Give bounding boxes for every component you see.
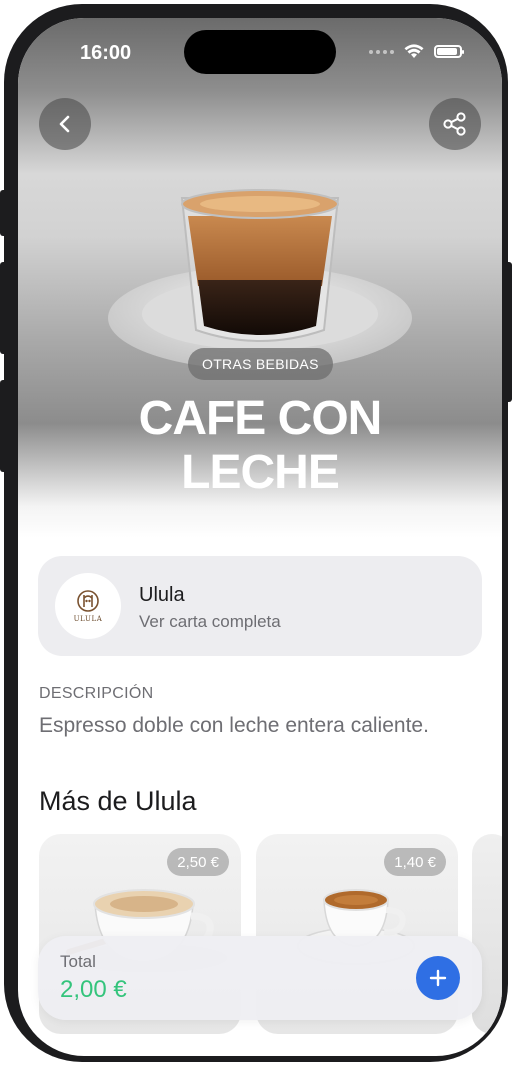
owl-logo-icon [77,590,99,612]
product-title-line2: LECHE [181,446,340,499]
wifi-icon [404,44,424,58]
dynamic-island [184,30,336,74]
product-title: CAFE CON LECHE [18,392,502,500]
add-to-order-button[interactable] [416,956,460,1000]
share-icon [443,112,466,136]
total-label: Total [60,952,96,971]
price-badge: 2,50 € [167,848,229,876]
screen: OTRAS BEBIDAS CAFE CON LECHE 16:00 ULULA… [18,18,502,1056]
more-from-section-title: Más de Ulula [39,786,197,816]
hero-image: OTRAS BEBIDAS CAFE CON LECHE [18,18,502,538]
restaurant-card[interactable]: ULULA Ulula Ver carta completa [38,556,482,656]
cellular-signal-icon [369,49,394,54]
restaurant-name: Ulula [139,584,185,606]
status-icons [369,44,464,59]
plus-icon [429,969,447,987]
back-button[interactable] [39,98,91,150]
category-badge: OTRAS BEBIDAS [188,348,333,380]
total-value: 2,00 € [60,976,127,1003]
description-label: DESCRIPCIÓN [39,685,154,702]
description-text: Espresso doble con leche entera caliente… [39,714,429,737]
chevron-left-icon [59,115,70,133]
price-badge: 1,40 € [384,848,446,876]
logo-wordmark: ULULA [73,615,103,623]
battery-icon [434,45,464,58]
phone-frame: OTRAS BEBIDAS CAFE CON LECHE 16:00 ULULA… [4,4,508,1062]
restaurant-logo: ULULA [55,573,121,639]
product-title-line1: CAFE CON [138,392,383,445]
share-button[interactable] [429,98,481,150]
status-time: 16:00 [80,42,132,64]
view-full-menu-link[interactable]: Ver carta completa [139,612,281,632]
total-bar: Total 2,00 € [38,936,482,1020]
